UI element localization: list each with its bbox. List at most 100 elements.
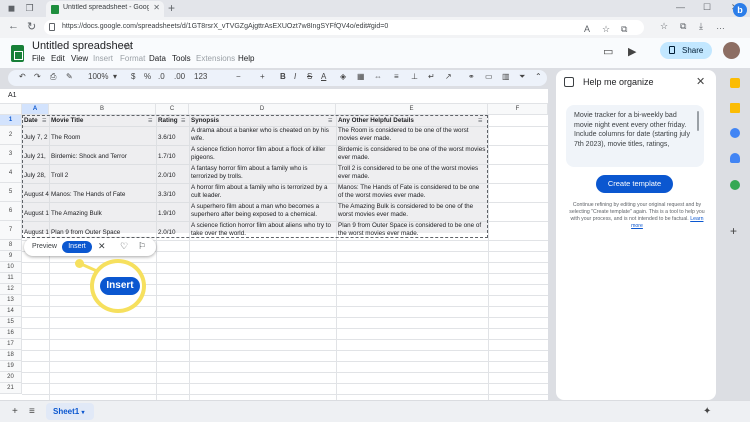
maps-icon[interactable] xyxy=(730,180,740,190)
font-size-minus-icon[interactable]: − xyxy=(236,72,241,81)
keep-icon[interactable] xyxy=(730,103,740,113)
table-cell[interactable]: 1.9/10 xyxy=(158,210,188,218)
table-header-rating[interactable]: Rating xyxy=(158,117,182,125)
valign-icon[interactable]: ⊥ xyxy=(411,72,418,81)
row-header[interactable]: 10 xyxy=(0,262,22,273)
menu-edit[interactable]: Edit xyxy=(51,54,65,63)
name-box[interactable]: A1 xyxy=(8,92,17,99)
table-cell[interactable]: Troll 2 xyxy=(51,172,154,180)
row-header[interactable]: 20 xyxy=(0,372,22,383)
star-icon[interactable]: ☆ xyxy=(123,40,133,53)
table-cell[interactable]: The Amazing Bulk xyxy=(51,210,154,218)
new-tab-icon[interactable]: + xyxy=(168,1,175,15)
filter-icon[interactable]: ☰ xyxy=(181,118,185,124)
panel-close-icon[interactable]: ✕ xyxy=(696,75,705,88)
thumbs-up-icon[interactable]: ♡ xyxy=(120,241,128,252)
table-cell[interactable]: Troll 2 is considered to be one of the w… xyxy=(338,165,486,182)
row-header[interactable]: 9 xyxy=(0,251,22,262)
table-cell[interactable]: The Room is considered to be one of the … xyxy=(338,127,486,144)
table-cell[interactable]: A science fiction horror film about a fl… xyxy=(191,146,335,163)
contacts-icon[interactable] xyxy=(730,153,740,163)
back-icon[interactable]: ← xyxy=(8,20,19,32)
row-header[interactable]: 21 xyxy=(0,383,22,394)
all-sheets-icon[interactable]: ≡ xyxy=(29,406,35,417)
table-cell[interactable]: The Amazing Bulk is considered to be one… xyxy=(338,203,486,220)
menu-view[interactable]: View xyxy=(71,54,88,63)
decrease-decimal-button[interactable]: .0 xyxy=(158,72,165,81)
table-cell[interactable]: Birdemic: Shock and Terror xyxy=(51,153,154,161)
read-aloud-icon[interactable]: A xyxy=(584,24,590,34)
table-cell[interactable]: Plan 9 from Outer Space xyxy=(51,229,154,237)
row-header[interactable]: 14 xyxy=(0,306,22,317)
downloads-icon[interactable]: ⤓ xyxy=(699,21,703,32)
print-icon[interactable]: ⎙ xyxy=(50,72,56,82)
favorite-icon[interactable]: ☆ xyxy=(602,24,610,35)
bing-copilot-icon[interactable]: b xyxy=(733,3,747,17)
insert-comment-icon[interactable]: ▭ xyxy=(485,72,493,81)
calendar-icon[interactable] xyxy=(730,78,740,88)
currency-format-button[interactable]: $ xyxy=(131,72,135,81)
tasks-icon[interactable] xyxy=(730,128,740,138)
bold-icon[interactable]: B xyxy=(280,72,286,81)
extensions-icon[interactable]: ⧉ xyxy=(621,24,627,35)
rotate-icon[interactable]: ↗ xyxy=(445,72,452,81)
minimize-icon[interactable]: — xyxy=(676,2,685,12)
sheets-logo-icon[interactable] xyxy=(11,45,24,62)
row-header[interactable]: 11 xyxy=(0,273,22,284)
row-header[interactable]: 12 xyxy=(0,284,22,295)
table-cell[interactable]: A horror film about a family who is terr… xyxy=(191,184,335,201)
undo-icon[interactable]: ↶ xyxy=(19,72,26,81)
table-cell[interactable]: A superhero film about a man who becomes… xyxy=(191,203,335,220)
row-header[interactable]: 15 xyxy=(0,317,22,328)
table-cell[interactable]: A science fiction horror film about alie… xyxy=(191,222,335,239)
explore-icon[interactable]: ✦ xyxy=(703,406,711,417)
filter-icon[interactable]: ☰ xyxy=(42,118,46,124)
column-header-a[interactable]: A xyxy=(22,104,49,115)
row-header[interactable]: 6 xyxy=(0,202,22,221)
avatar[interactable] xyxy=(723,42,740,59)
prompt-scrollbar[interactable] xyxy=(697,111,699,131)
table-cell[interactable]: The Room xyxy=(51,134,154,142)
table-header-details[interactable]: Any Other Helpful Details xyxy=(338,117,473,125)
table-cell[interactable]: July 7, 2 xyxy=(24,134,49,142)
table-cell[interactable]: Birdemic is considered to be one of the … xyxy=(338,146,486,163)
chart-icon[interactable]: ▥ xyxy=(502,72,510,81)
menu-extensions[interactable]: Extensions xyxy=(196,54,235,63)
column-header-d[interactable]: D xyxy=(189,104,336,115)
table-cell[interactable]: July 28, xyxy=(24,172,49,180)
table-cell[interactable]: 3.3/10 xyxy=(158,191,188,199)
percent-format-button[interactable]: % xyxy=(144,72,151,81)
menu-format[interactable]: Format xyxy=(120,54,145,63)
number-format-button[interactable]: 123 xyxy=(194,72,207,81)
row-header[interactable]: 5 xyxy=(0,183,22,202)
table-cell[interactable]: A fantasy horror film about a family who… xyxy=(191,165,335,182)
row-header[interactable]: 18 xyxy=(0,350,22,361)
menu-tools[interactable]: Tools xyxy=(172,54,191,63)
fill-color-icon[interactable]: ◈ xyxy=(340,72,346,81)
filter-icon[interactable]: ☰ xyxy=(328,118,332,124)
table-cell[interactable]: August 1 xyxy=(24,210,49,218)
font-size-plus-icon[interactable]: + xyxy=(260,72,265,81)
row-header[interactable]: 8 xyxy=(0,240,22,251)
table-cell[interactable]: Plan 9 from Outer Space is considered to… xyxy=(338,222,486,239)
row-header[interactable]: 7 xyxy=(0,221,22,240)
collections-icon[interactable]: ☆ xyxy=(660,21,668,32)
row-header[interactable]: 3 xyxy=(0,145,22,164)
wrap-icon[interactable]: ↵ xyxy=(428,72,435,81)
prompt-input[interactable]: Movie tracker for a bi-weekly bad movie … xyxy=(566,105,704,167)
filter-icon[interactable]: ⏷ xyxy=(519,72,525,82)
reload-icon[interactable]: ↻ xyxy=(27,20,36,33)
sheet-tab[interactable]: Sheet1 ▾ xyxy=(46,403,94,420)
table-cell[interactable]: 2.0/10 xyxy=(158,229,188,237)
document-title[interactable]: Untitled spreadsheet xyxy=(32,40,133,52)
split-icon[interactable]: ⧉ xyxy=(680,21,686,32)
filter-icon[interactable]: ☰ xyxy=(148,118,152,124)
table-cell[interactable]: August 4 xyxy=(24,191,49,199)
menu-insert[interactable]: Insert xyxy=(93,54,113,63)
add-addon-icon[interactable]: + xyxy=(730,224,737,238)
redo-icon[interactable]: ↷ xyxy=(34,72,41,81)
italic-icon[interactable]: I xyxy=(294,72,296,81)
tab-close-icon[interactable]: ✕ xyxy=(153,3,160,12)
url-bar[interactable]: https://docs.google.com/spreadsheets/d/1… xyxy=(44,20,644,35)
thumbs-down-icon[interactable]: ⚐ xyxy=(138,241,146,252)
